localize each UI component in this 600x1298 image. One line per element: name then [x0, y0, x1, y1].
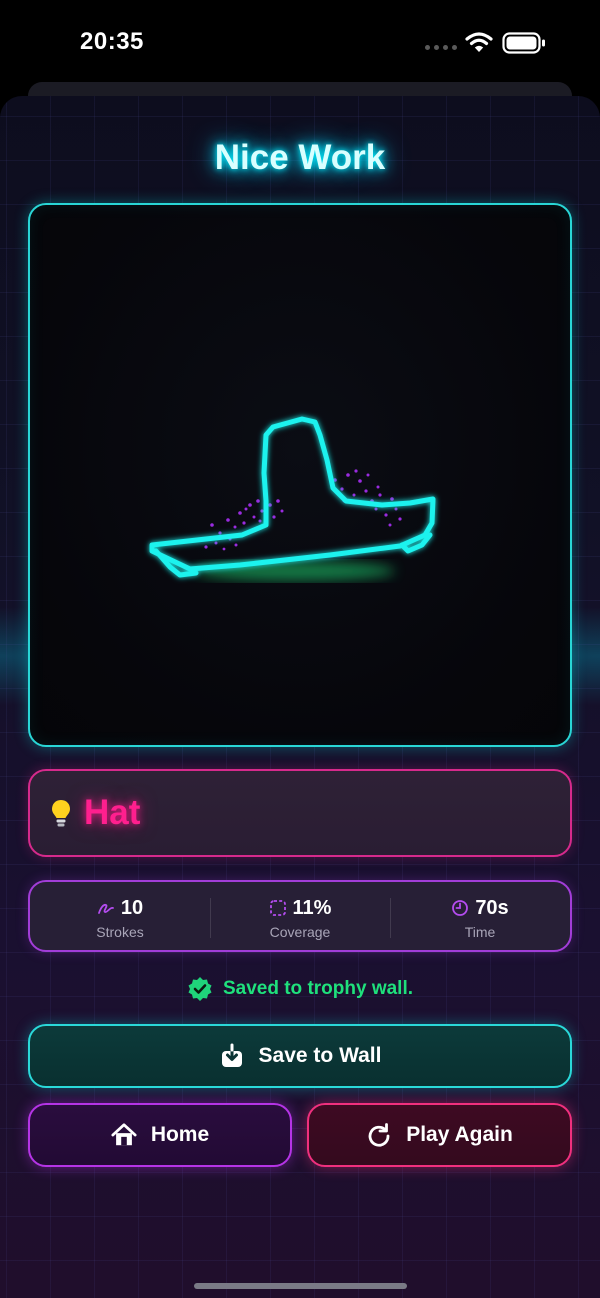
clock-icon [452, 900, 469, 916]
stat-label-coverage: Coverage [269, 924, 331, 940]
home-indicator[interactable] [194, 1283, 407, 1289]
play-again-label: Play Again [406, 1123, 513, 1146]
home-button[interactable]: Home [28, 1103, 292, 1167]
hat-outline-stroke [149, 416, 436, 578]
dashed-square-icon [269, 900, 286, 916]
stat-value-time: 70s [475, 896, 509, 919]
home-label: Home [150, 1123, 210, 1146]
stat-value-strokes: 10 [120, 896, 144, 919]
battery-icon [502, 32, 545, 54]
stat-strokes: 10 Strokes [30, 882, 210, 950]
stat-label-time: Time [464, 924, 496, 940]
drawing-canvas [28, 203, 572, 747]
stat-label-strokes: Strokes [96, 924, 144, 940]
status-time: 20:35 [80, 28, 144, 55]
wifi-icon [465, 32, 493, 52]
stat-coverage: 11% Coverage [210, 882, 390, 950]
save-to-wall-button[interactable]: Save to Wall [28, 1024, 572, 1088]
check-badge-icon [188, 977, 212, 1001]
guess-label: Hat [84, 793, 141, 832]
hat-drawing [149, 416, 436, 581]
stat-value-coverage: 11% [292, 896, 332, 919]
pen-stroke-icon [97, 903, 114, 914]
guess-card: Hat [28, 769, 572, 857]
saved-notice: Saved to trophy wall. [0, 976, 600, 1002]
replay-arrow-icon [368, 1123, 390, 1147]
cellular-signal-icon [425, 45, 457, 50]
home-icon [111, 1123, 137, 1146]
download-tray-icon [221, 1043, 242, 1067]
play-again-button[interactable]: Play Again [307, 1103, 572, 1167]
page-title: Nice Work [214, 138, 386, 177]
stat-time: 70s Time [390, 882, 570, 950]
stats-card: 10 Strokes 11% Coverage 70s Time [28, 880, 572, 952]
save-to-wall-label: Save to Wall [258, 1044, 382, 1067]
status-bar: 20:35 [0, 0, 600, 84]
lightbulb-icon [52, 800, 70, 827]
saved-notice-text: Saved to trophy wall. [222, 978, 414, 999]
